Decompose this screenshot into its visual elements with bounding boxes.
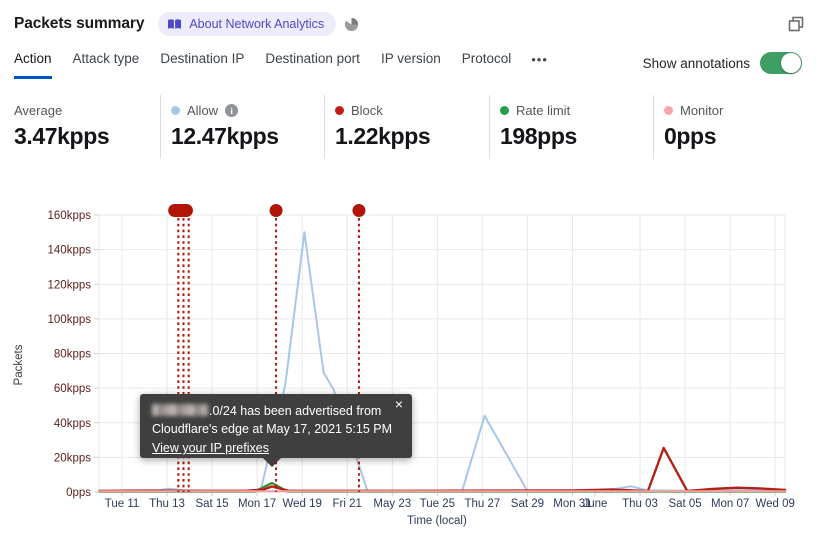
annotation-marker-dot[interactable] xyxy=(269,204,283,217)
x-tick-label: Thu 03 xyxy=(622,498,658,510)
allow-legend-dot xyxy=(171,106,180,115)
stat-card-monitor: Monitor 0pps xyxy=(653,95,816,159)
stat-card-rate-limit: Rate limit 198pps xyxy=(489,95,653,159)
packets-chart: 0pps 20kpps 40kpps 60kpps 80kpps 100kpps 120kp… xyxy=(13,204,795,527)
network-analytics-panel: Packets summary About Network Analytics … xyxy=(0,0,816,545)
tab-attack-type[interactable]: Attack type xyxy=(73,51,140,79)
x-tick-label: Mon 17 xyxy=(238,498,276,510)
tab-action[interactable]: Action xyxy=(14,51,52,79)
x-tick-label: Wed 09 xyxy=(755,498,794,510)
tab-destination-port[interactable]: Destination port xyxy=(265,51,360,79)
chart-area: 0pps 20kpps 40kpps 60kpps 80kpps 100kpps 120kp… xyxy=(0,190,816,545)
tab-protocol[interactable]: Protocol xyxy=(462,51,512,79)
y-tick-label: 0pps xyxy=(66,487,91,499)
rate-limit-legend-dot xyxy=(500,106,509,115)
x-tick-label: Tue 25 xyxy=(420,498,455,510)
stat-label-row: Allow i xyxy=(171,103,324,118)
stat-card-allow: Allow i 12.47kpps xyxy=(160,95,324,159)
x-tick-label: Sat 29 xyxy=(511,498,544,510)
more-tabs-button[interactable]: ••• xyxy=(531,51,548,67)
x-axis-title: Time (local) xyxy=(407,515,467,527)
tabs: Action Attack type Destination IP Destinati… xyxy=(14,51,511,79)
redacted-ip-prefix xyxy=(152,404,208,416)
annotation-tooltip: × .0/24 has been advertised from Cloudfl… xyxy=(140,394,412,467)
tab-bar: Action Attack type Destination IP Destinati… xyxy=(14,51,802,79)
y-tick-label: 40kpps xyxy=(54,418,91,430)
x-tick-label: Thu 27 xyxy=(464,498,500,510)
header: Packets summary About Network Analytics xyxy=(14,10,804,38)
x-tick-label: Wed 19 xyxy=(282,498,321,510)
stat-label: Average xyxy=(14,103,63,118)
block-legend-dot xyxy=(335,106,344,115)
annotations-toggle-group: Show annotations xyxy=(643,51,802,74)
stat-value: 1.22kpps xyxy=(335,123,431,149)
y-tick-label: 160kpps xyxy=(48,210,92,222)
x-tick-label: Tue 11 xyxy=(105,498,140,510)
tooltip-pointer xyxy=(262,457,282,467)
show-annotations-label: Show annotations xyxy=(642,55,750,71)
y-axis-title: Packets xyxy=(13,344,25,385)
stat-value: 198pps xyxy=(500,123,577,149)
tab-ip-version[interactable]: IP version xyxy=(381,51,441,79)
stat-label-row: Monitor xyxy=(664,103,816,118)
x-tick-label: Thu 13 xyxy=(149,498,185,510)
stat-value: 0pps xyxy=(664,123,717,149)
pie-icon[interactable] xyxy=(344,17,359,32)
y-tick-label: 60kpps xyxy=(54,383,91,395)
y-tick-label: 120kpps xyxy=(48,279,92,291)
show-annotations-toggle[interactable] xyxy=(760,52,802,74)
monitor-legend-dot xyxy=(664,106,673,115)
x-tick-label: Sat 05 xyxy=(668,498,701,510)
x-tick-label: Mon 07 xyxy=(711,498,749,510)
stat-label: Block xyxy=(351,103,383,118)
view-ip-prefixes-link[interactable]: View your IP prefixes xyxy=(152,439,269,457)
toggle-knob xyxy=(781,53,801,73)
stat-label-row: Block xyxy=(335,103,489,118)
stat-label: Monitor xyxy=(680,103,724,118)
stats-row: Average 3.47kpps Allow i 12.47kpps Block 1.22k… xyxy=(0,95,816,159)
tab-destination-ip[interactable]: Destination IP xyxy=(160,51,244,79)
stat-value: 12.47kpps xyxy=(171,123,279,149)
x-tick-label: Fri 21 xyxy=(333,498,362,510)
x-tick-label: Sat 15 xyxy=(195,498,228,510)
stat-card-average: Average 3.47kpps xyxy=(0,95,160,159)
stat-label-row: Rate limit xyxy=(500,103,653,118)
annotation-marker-pill[interactable] xyxy=(168,204,193,217)
x-tick-label: June xyxy=(583,498,608,510)
stat-label: Rate limit xyxy=(516,103,571,118)
stat-label-row: Average xyxy=(14,103,160,118)
y-tick-label: 100kpps xyxy=(48,314,92,326)
y-tick-label: 80kpps xyxy=(54,349,91,361)
tooltip-line2: Cloudflare's edge at May 17, 2021 5:15 P… xyxy=(152,422,393,437)
stat-card-block: Block 1.22kpps xyxy=(324,95,489,159)
tooltip-line1: .0/24 has been advertised from xyxy=(152,402,400,420)
y-tick-label: 140kpps xyxy=(48,245,92,257)
duplicate-icon[interactable] xyxy=(788,16,804,32)
about-badge-label: About Network Analytics xyxy=(189,17,325,31)
stat-value: 3.47kpps xyxy=(14,123,110,149)
tooltip-close-button[interactable]: × xyxy=(395,397,403,411)
annotation-marker-dot[interactable] xyxy=(352,204,366,217)
page-title: Packets summary xyxy=(14,15,145,32)
stat-label: Allow xyxy=(187,103,219,118)
x-tick-label: May 23 xyxy=(373,498,411,510)
about-network-analytics-link[interactable]: About Network Analytics xyxy=(158,12,337,36)
y-tick-label: 20kpps xyxy=(54,452,91,464)
book-icon xyxy=(168,18,182,29)
info-icon[interactable]: i xyxy=(225,104,239,117)
